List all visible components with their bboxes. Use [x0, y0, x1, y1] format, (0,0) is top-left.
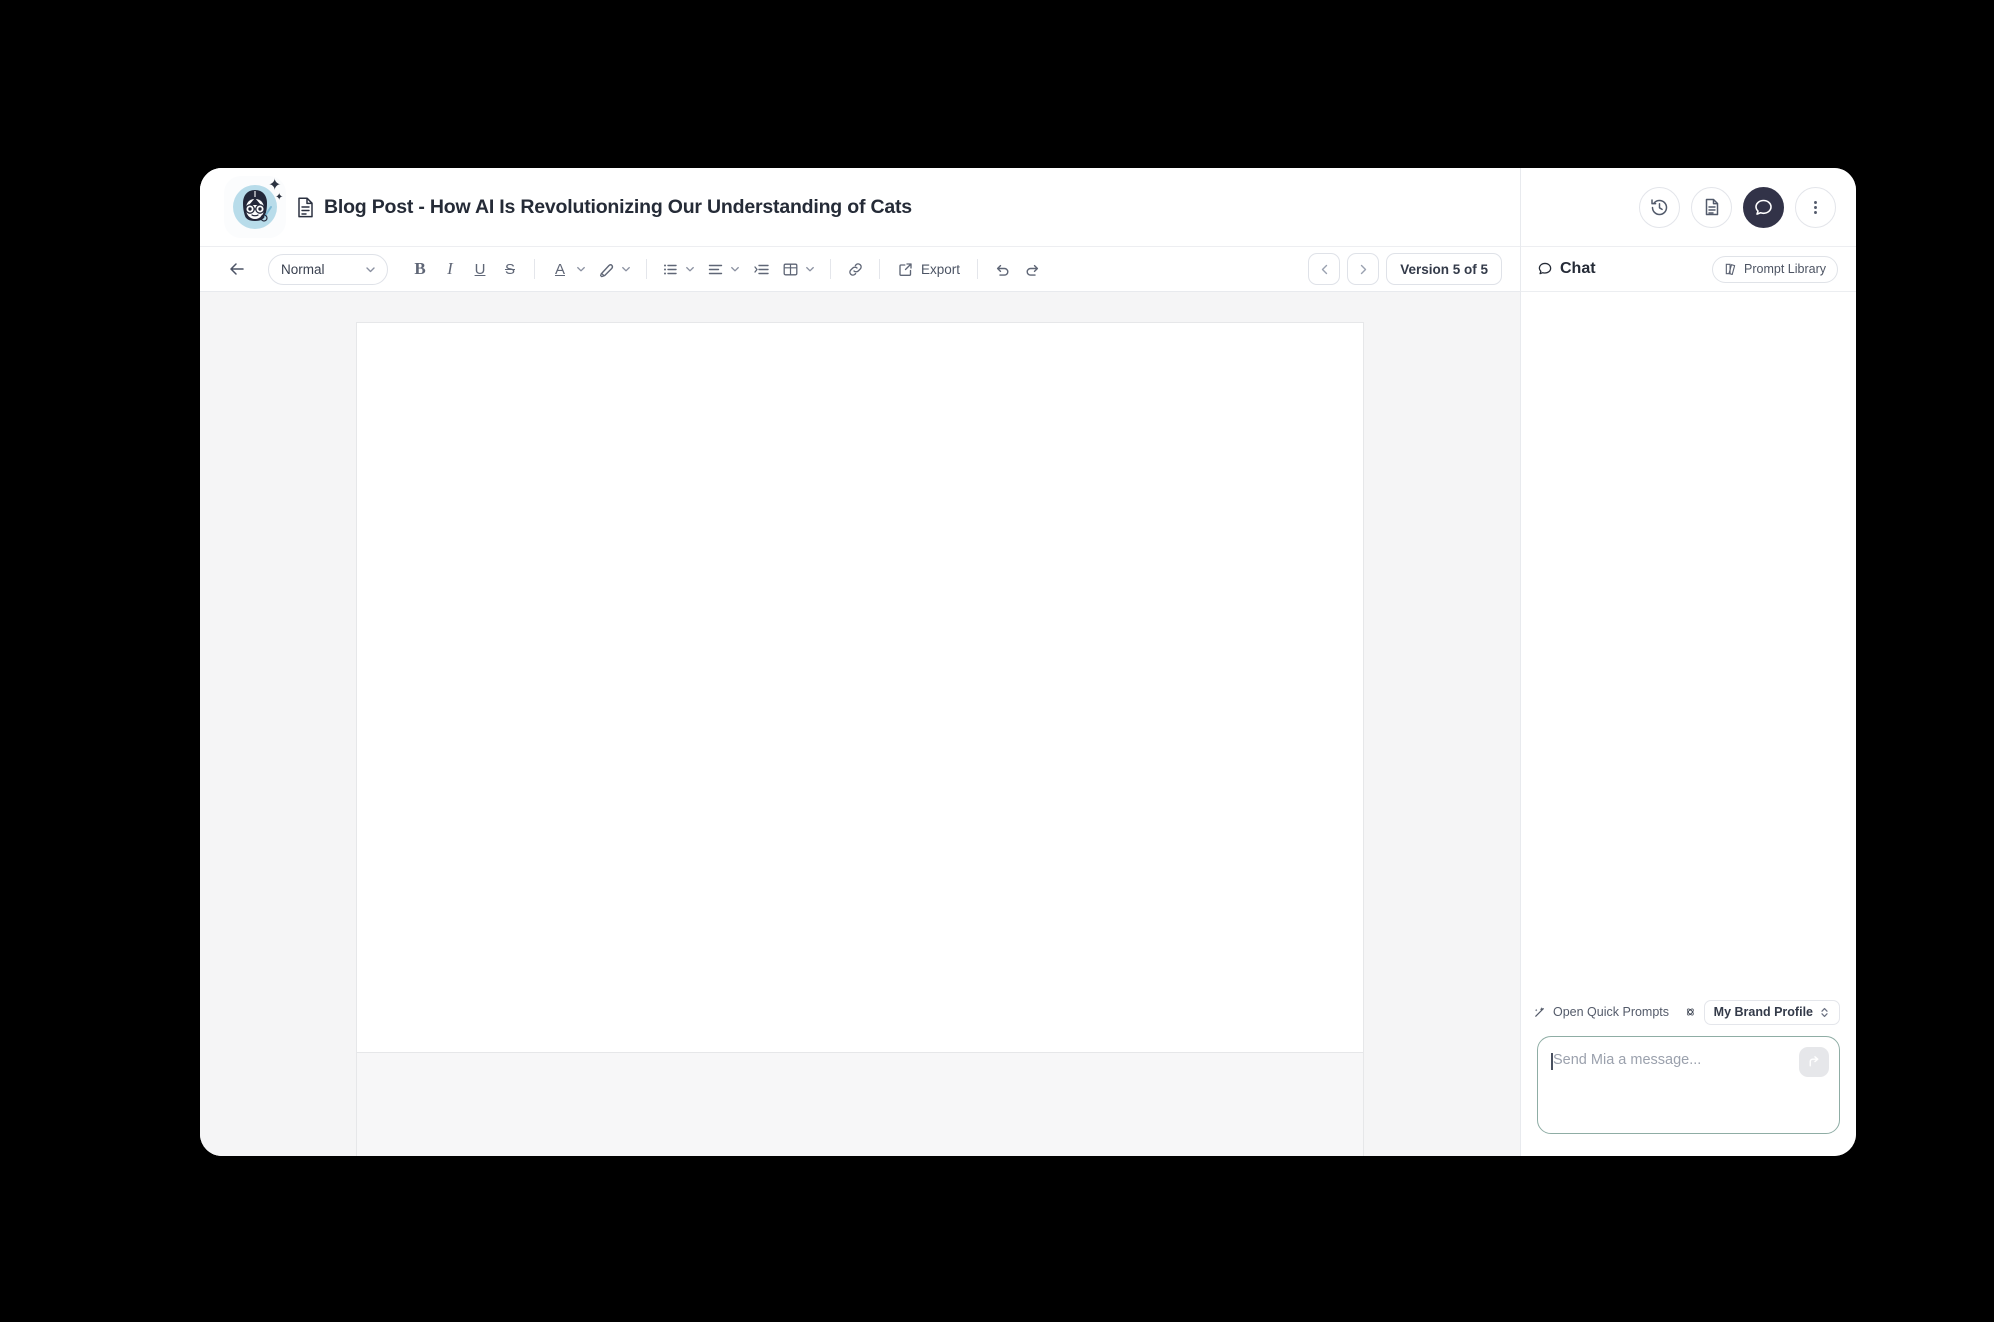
text-color-button[interactable]: A [544, 261, 592, 278]
text-color-label: A [554, 260, 565, 278]
underline-label: U [474, 260, 486, 278]
chevron-down-icon [686, 266, 694, 272]
chevron-down-icon [806, 266, 814, 272]
brand-profile-select[interactable]: My Brand Profile [1703, 999, 1840, 1025]
indent-icon [753, 264, 769, 274]
send-arrow-icon [1809, 1056, 1819, 1067]
chat-panel-header: Chat Prompt Library [1521, 246, 1856, 292]
send-message-button[interactable] [1799, 1047, 1829, 1077]
chat-message-input[interactable]: Send Mia a message... [1537, 1036, 1840, 1134]
chat-panel-title: Chat [1560, 260, 1596, 277]
chevron-left-icon [1321, 264, 1327, 274]
arrow-left-icon [230, 263, 244, 275]
toolbar-divider [977, 259, 979, 279]
undo-button[interactable] [987, 254, 1017, 284]
chat-tools-row: Open Quick Prompts My Brand Profile [1521, 997, 1856, 1027]
chat-bubble-icon [1755, 199, 1772, 215]
align-icon [708, 264, 723, 274]
open-quick-prompts-button[interactable]: Open Quick Prompts [1533, 1005, 1669, 1019]
export-label: Export [921, 261, 961, 277]
chevron-down-icon [577, 266, 585, 272]
document-icon [1705, 198, 1718, 216]
history-icon [1651, 198, 1668, 215]
strikethrough-label: S [504, 260, 515, 278]
table-button[interactable] [776, 260, 821, 279]
document-canvas[interactable] [200, 292, 1520, 1156]
editor-toolbar: Normal B I U S A Export Version 5 of 5 [200, 246, 1520, 292]
document-page-2[interactable] [356, 1053, 1364, 1156]
version-indicator[interactable]: Version 5 of 5 [1386, 253, 1502, 285]
chat-title-group: Chat [1537, 260, 1596, 278]
sparkle-icon: ✦ [275, 192, 284, 203]
italic-button[interactable]: I [435, 254, 465, 284]
paragraph-style-select[interactable]: Normal [268, 253, 388, 285]
text-caret [1551, 1053, 1553, 1070]
indent-button[interactable] [746, 254, 776, 284]
prompt-library-button[interactable]: Prompt Library [1712, 255, 1838, 283]
highlight-button[interactable] [592, 260, 637, 279]
chevron-right-icon [1360, 264, 1366, 274]
italic-label: I [447, 259, 453, 278]
document-header: ✦ ✦ Blog Post - How AI Is Revolutionizin… [200, 168, 1520, 246]
align-button[interactable] [701, 260, 746, 279]
document-button[interactable] [1691, 186, 1732, 228]
chevron-down-icon [366, 266, 375, 272]
toolbar-divider [830, 259, 831, 279]
document-icon [298, 196, 313, 217]
redo-button[interactable] [1017, 254, 1047, 284]
bold-button[interactable]: B [405, 254, 435, 284]
editor-pane: ✦ ✦ Blog Post - How AI Is Revolutionizin… [200, 168, 1520, 1156]
more-options-button[interactable] [1795, 186, 1836, 228]
table-icon [783, 263, 798, 275]
chat-input-placeholder: Send Mia a message... [1553, 1052, 1702, 1068]
toolbar-divider [879, 259, 880, 279]
highlighter-icon [599, 263, 614, 277]
chat-panel-toolbar [1521, 168, 1856, 246]
underline-button[interactable]: U [465, 254, 495, 284]
chat-panel: Chat Prompt Library Open Quick Prompts M… [1520, 168, 1856, 1156]
chevron-down-icon [622, 266, 630, 272]
mia-assistant-avatar[interactable]: ✦ ✦ [224, 176, 286, 238]
document-title-group[interactable]: Blog Post - How AI Is Revolutionizing Ou… [296, 196, 912, 219]
version-label: Version 5 of 5 [1400, 261, 1488, 277]
toolbar-divider [646, 259, 647, 279]
previous-version-button[interactable] [1308, 253, 1341, 285]
book-icon [1725, 263, 1736, 275]
undo-icon [996, 264, 1008, 276]
magic-wand-icon [1534, 1007, 1544, 1017]
back-button[interactable] [222, 254, 252, 284]
chat-message-list[interactable] [1521, 292, 1856, 997]
history-button[interactable] [1639, 186, 1680, 228]
strikethrough-button[interactable]: S [495, 254, 525, 284]
bullet-list-button[interactable] [656, 260, 701, 279]
link-icon [848, 262, 862, 276]
chat-bubble-icon [1538, 262, 1552, 275]
external-link-icon [899, 262, 912, 276]
kebab-menu-icon [1814, 200, 1817, 214]
next-version-button[interactable] [1347, 253, 1380, 285]
chevron-down-icon [731, 266, 739, 272]
export-button[interactable]: Export [889, 254, 968, 284]
chat-button[interactable] [1743, 186, 1784, 228]
bold-label: B [414, 259, 426, 278]
document-page-1[interactable] [356, 322, 1364, 1053]
chevron-up-down-icon [1821, 1007, 1828, 1017]
brand-profile-label: My Brand Profile [1713, 1005, 1813, 1019]
bullet-list-icon [664, 264, 677, 274]
quick-prompts-label: Open Quick Prompts [1553, 1005, 1670, 1019]
page-title: Blog Post - How AI Is Revolutionizing Ou… [324, 195, 912, 218]
link-button[interactable] [840, 254, 870, 284]
redo-icon [1026, 264, 1038, 276]
toolbar-divider [534, 259, 535, 279]
app-window: ✦ ✦ Blog Post - How AI Is Revolutionizin… [200, 168, 1856, 1156]
prompt-library-label: Prompt Library [1744, 262, 1826, 276]
brand-icon[interactable] [1685, 1004, 1696, 1020]
paragraph-style-value: Normal [281, 261, 325, 277]
